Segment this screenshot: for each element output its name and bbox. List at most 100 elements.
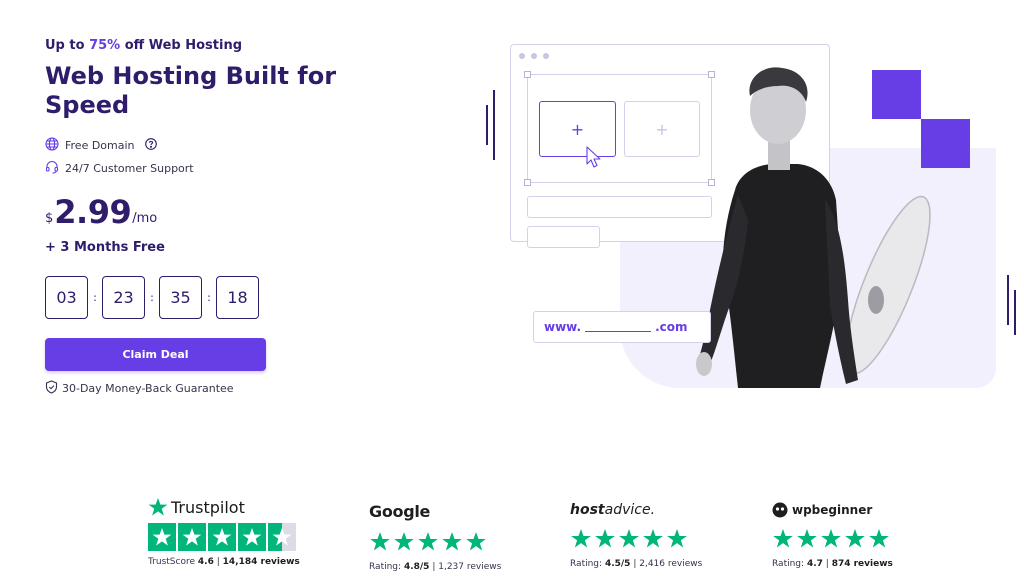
window-dot — [519, 53, 525, 59]
promo-suffix: off Web Hosting — [124, 38, 243, 53]
star-icon — [369, 531, 391, 556]
star-icon — [441, 531, 463, 556]
rating-reviews: 2,416 reviews — [639, 559, 703, 569]
domain-url-bar: www. .com — [533, 311, 711, 343]
rating-separator: | — [216, 557, 220, 567]
page-title: Web Hosting Built for Speed — [45, 62, 337, 119]
rating-google: Google Rating: 4.8/5 | 1,237 reviews — [369, 502, 501, 572]
feature-free-domain: Free Domain — [45, 137, 157, 154]
decor-line — [486, 105, 488, 145]
rating-score: 4.7 — [806, 559, 823, 569]
star-icon — [208, 523, 236, 551]
rating-reviews: 1,237 reviews — [438, 562, 502, 572]
star-icon — [594, 528, 616, 553]
star-icon — [570, 528, 592, 553]
google-stars — [369, 531, 501, 556]
feature-label: 24/7 Customer Support — [65, 162, 194, 175]
star-icon — [618, 528, 640, 553]
url-prefix: www. — [544, 320, 582, 334]
hostadvice-name-light: advice. — [604, 502, 656, 518]
google-score: Rating: 4.8/5 | 1,237 reviews — [369, 562, 501, 572]
rating-separator: | — [633, 559, 637, 569]
trustpilot-star-icon — [148, 498, 168, 516]
hostadvice-score: Rating: 4.5/5 | 2,416 reviews — [570, 559, 702, 569]
hostadvice-stars — [570, 528, 702, 553]
window-dot — [531, 53, 537, 59]
price-currency: $ — [45, 211, 54, 226]
trustpilot-name: Trustpilot — [171, 497, 245, 517]
price-amount: 2.99 — [54, 193, 132, 231]
star-icon — [178, 523, 206, 551]
star-icon — [417, 531, 439, 556]
rating-reviews: 874 reviews — [831, 559, 893, 569]
add-block-card: + — [539, 101, 616, 157]
rating-score: 4.8/5 — [403, 562, 430, 572]
feature-support: 24/7 Customer Support — [45, 160, 194, 177]
headset-icon — [45, 160, 59, 177]
star-icon — [238, 523, 266, 551]
countdown-seconds: 18 — [216, 276, 259, 319]
rating-score: 4.5/5 — [604, 559, 631, 569]
decor-line — [1014, 290, 1016, 335]
promo-text: Up to 75% off Web Hosting — [45, 38, 242, 53]
star-icon — [772, 528, 794, 553]
price-period: /mo — [132, 211, 158, 226]
rating-label: Rating: — [772, 559, 805, 569]
wpbeginner-name: wpbeginner — [792, 503, 873, 517]
rating-label: Rating: — [369, 562, 402, 572]
money-back-guarantee: 30-Day Money-Back Guarantee — [45, 380, 234, 397]
countdown-hours: 23 — [102, 276, 145, 319]
selection-handle — [524, 179, 531, 186]
shield-check-icon — [45, 380, 58, 397]
promo-prefix: Up to — [45, 38, 85, 53]
star-icon — [642, 528, 664, 553]
price: $ 2.99 /mo — [45, 193, 157, 231]
wpbeginner-icon — [772, 502, 788, 518]
star-icon — [820, 528, 842, 553]
wpbeginner-logo: wpbeginner — [772, 502, 893, 518]
help-circle-icon[interactable] — [144, 138, 157, 153]
bonus-text: + 3 Months Free — [45, 240, 165, 255]
rating-trustpilot: Trustpilot TrustScore 4.6 | 14,184 revie… — [148, 497, 300, 567]
url-blank — [585, 323, 652, 332]
rating-separator: | — [432, 562, 436, 572]
person-with-surfboard-image — [680, 60, 950, 394]
countdown-days: 03 — [45, 276, 88, 319]
cursor-icon — [586, 146, 602, 174]
google-logo: Google — [369, 502, 431, 521]
half-star-icon — [268, 523, 296, 551]
placeholder-bar — [527, 226, 600, 248]
feature-label: Free Domain — [65, 139, 135, 152]
selection-handle — [524, 71, 531, 78]
rating-separator: | — [825, 559, 829, 569]
hostadvice-name-main: host — [570, 502, 605, 518]
guarantee-label: 30-Day Money-Back Guarantee — [62, 382, 234, 395]
trustpilot-logo: Trustpilot — [148, 497, 300, 517]
plus-icon: + — [655, 119, 669, 139]
countdown-minutes: 35 — [159, 276, 202, 319]
trustpilot-stars — [148, 523, 300, 551]
star-icon — [393, 531, 415, 556]
countdown-separator: : — [150, 291, 154, 304]
star-icon — [844, 528, 866, 553]
countdown-separator: : — [93, 291, 97, 304]
rating-reviews: 14,184 reviews — [222, 557, 300, 567]
globe-icon — [45, 137, 59, 154]
star-icon — [666, 528, 688, 553]
url-suffix: .com — [655, 320, 688, 334]
trustpilot-score: TrustScore 4.6 | 14,184 reviews — [148, 557, 300, 567]
rating-wpbeginner: wpbeginner Rating: 4.7 | 874 reviews — [772, 502, 893, 569]
wpbeginner-stars — [772, 528, 893, 553]
hostadvice-logo: hostadvice. — [570, 502, 702, 518]
promo-percent: 75% — [89, 38, 121, 53]
window-dot — [543, 53, 549, 59]
star-icon — [465, 531, 487, 556]
rating-hostadvice: hostadvice. Rating: 4.5/5 | 2,416 review… — [570, 502, 702, 569]
decor-line — [493, 90, 495, 160]
plus-icon: + — [570, 119, 585, 139]
claim-deal-button[interactable]: Claim Deal — [45, 338, 266, 371]
wpbeginner-score: Rating: 4.7 | 874 reviews — [772, 559, 893, 569]
star-icon — [868, 528, 890, 553]
countdown-separator: : — [207, 291, 211, 304]
countdown-timer: 03 : 23 : 35 : 18 — [45, 276, 259, 319]
